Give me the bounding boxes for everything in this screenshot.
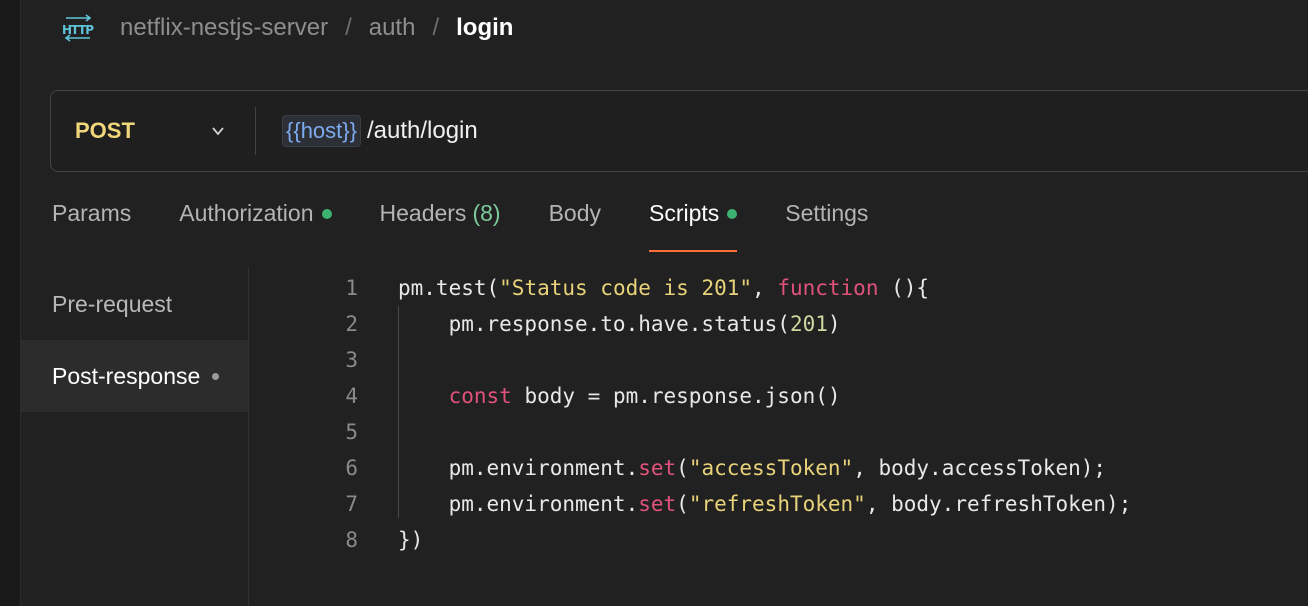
script-menu-pre-request[interactable]: Pre-request [20, 268, 248, 340]
line-number: 3 [345, 348, 358, 372]
script-menu: Pre-request Post-response [20, 268, 249, 606]
line-number: 2 [345, 312, 358, 336]
code-token: , body.refreshToken); [865, 492, 1132, 516]
code-line[interactable]: 2 pm.response.to.have.status(201) [320, 306, 1300, 342]
request-tabs: Params Authorization Headers (8) Body Sc… [52, 200, 916, 252]
tab-label: Body [548, 200, 601, 226]
breadcrumb-collection[interactable]: netflix-nestjs-server [120, 14, 328, 42]
line-number: 4 [345, 384, 358, 408]
status-dot-icon [727, 209, 738, 219]
code-text: pm.environment.set("refreshToken", body.… [398, 492, 1132, 516]
code-line[interactable]: 3 [320, 342, 1300, 378]
code-line[interactable]: 8}) [320, 522, 1300, 558]
code-token: 201 [789, 312, 828, 336]
line-number: 5 [345, 420, 358, 444]
code-token: "refreshToken" [688, 492, 866, 516]
script-menu-post-response[interactable]: Post-response [20, 340, 248, 412]
code-token: , [752, 276, 778, 300]
code-token: pm.environment. [398, 492, 639, 516]
code-line[interactable]: 5 [320, 414, 1300, 450]
tab-headers[interactable]: Headers (8) [380, 200, 501, 252]
code-token: pm.test( [398, 276, 500, 300]
code-token: pm.environment. [398, 456, 639, 480]
code-token: set [638, 456, 677, 480]
status-dot-icon [321, 209, 332, 219]
modified-dot-icon [212, 372, 220, 380]
code-line[interactable]: 6 pm.environment.set("accessToken", body… [320, 450, 1300, 486]
url-path: /auth/login [366, 117, 478, 144]
host-variable[interactable]: {{host}} [282, 115, 361, 147]
code-text: pm.environment.set("accessToken", body.a… [398, 456, 1107, 480]
line-number: 7 [345, 492, 358, 516]
svg-text:HTTP: HTTP [62, 23, 94, 37]
code-text: pm.response.to.have.status(201) [398, 312, 841, 336]
tab-settings[interactable]: Settings [785, 200, 868, 252]
code-line[interactable]: 4 const body = pm.response.json() [320, 378, 1300, 414]
left-sidebar-edge [0, 0, 21, 606]
tab-scripts[interactable]: Scripts [649, 200, 738, 252]
line-number: 1 [345, 276, 358, 300]
chevron-down-icon [212, 127, 224, 136]
line-number: 6 [345, 456, 358, 480]
code-token: "accessToken" [688, 456, 854, 480]
breadcrumb-separator: / [345, 14, 352, 41]
code-editor[interactable]: 1 pm.test("Status code is 201", function … [320, 270, 1300, 558]
request-url-bar: POST {{host}} /auth/login [50, 90, 1308, 172]
code-token: ( [676, 456, 689, 480]
http-icon: HTTP [62, 14, 94, 42]
breadcrumb-folder[interactable]: auth [369, 14, 416, 42]
code-text: const body = pm.response.json() [398, 384, 841, 408]
code-line[interactable]: 7 pm.environment.set("refreshToken", bod… [320, 486, 1300, 522]
tab-label: Settings [785, 200, 869, 226]
url-input[interactable]: {{host}} /auth/login [282, 115, 478, 147]
code-token: , body.accessToken); [853, 456, 1107, 480]
breadcrumb: HTTP netflix-nestjs-server / auth / logi… [60, 10, 513, 46]
code-text: pm.test("Status code is 201", function (… [398, 276, 929, 300]
code-token: "Status code is 201" [499, 276, 753, 300]
code-token: const [448, 384, 512, 408]
tab-authorization[interactable]: Authorization [179, 200, 332, 252]
code-token: set [638, 492, 677, 516]
menu-item-label: Post-response [52, 362, 201, 389]
code-token: (){ [878, 276, 930, 300]
tab-label: Authorization [179, 200, 314, 226]
code-token: }) [398, 528, 424, 552]
line-number: 8 [345, 528, 358, 552]
method-select[interactable]: POST [51, 118, 225, 144]
code-token: pm.response.to.have.status( [398, 312, 790, 336]
url-divider [255, 107, 256, 155]
code-line[interactable]: 1 pm.test("Status code is 201", function … [320, 270, 1300, 306]
code-token: ) [827, 312, 841, 336]
breadcrumb-separator: / [432, 14, 440, 41]
menu-item-label: Pre-request [52, 290, 173, 317]
tab-label: Params [52, 200, 132, 226]
code-text: }) [398, 528, 423, 552]
headers-count: (8) [472, 200, 501, 226]
code-token: function [777, 276, 879, 300]
tab-label: Scripts [649, 200, 720, 226]
breadcrumb-request[interactable]: login [456, 14, 513, 42]
code-token: body = pm.response.json() [511, 384, 841, 408]
tab-body[interactable]: Body [549, 200, 601, 252]
method-label: POST [75, 118, 135, 143]
tab-params[interactable]: Params [52, 200, 131, 252]
tab-label: Headers [379, 200, 467, 226]
code-token: ( [676, 492, 689, 516]
